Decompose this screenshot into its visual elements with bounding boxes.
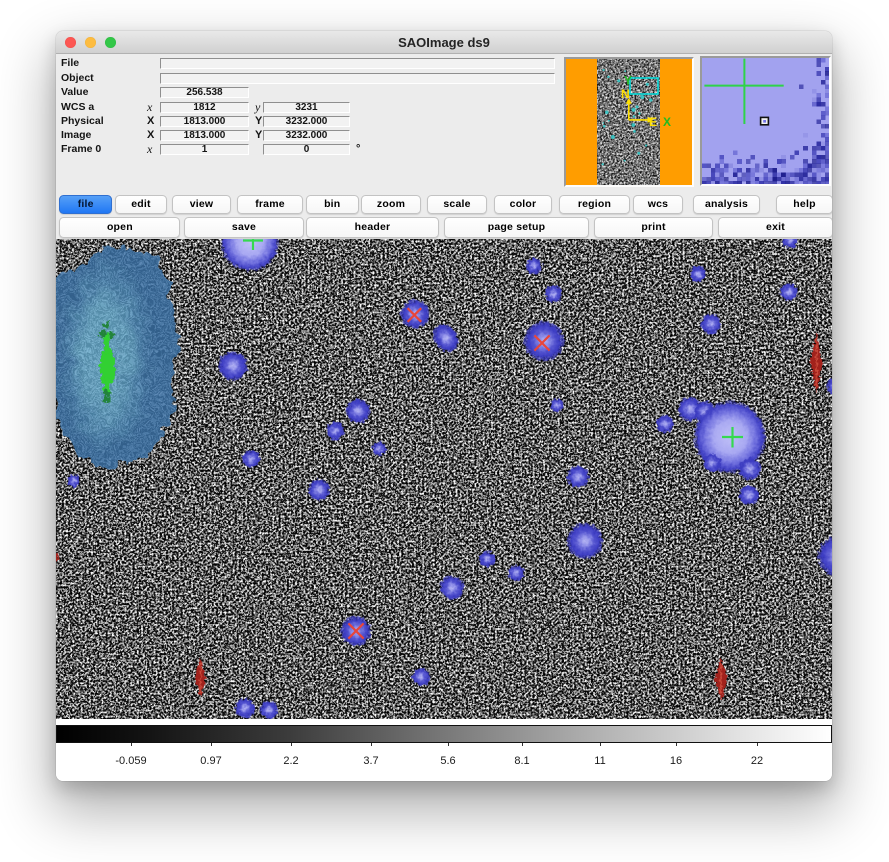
svg-text:N: N [621,87,630,101]
svg-text:E: E [649,115,657,129]
svg-text:Y: Y [624,73,632,87]
svg-text:X: X [663,115,671,129]
